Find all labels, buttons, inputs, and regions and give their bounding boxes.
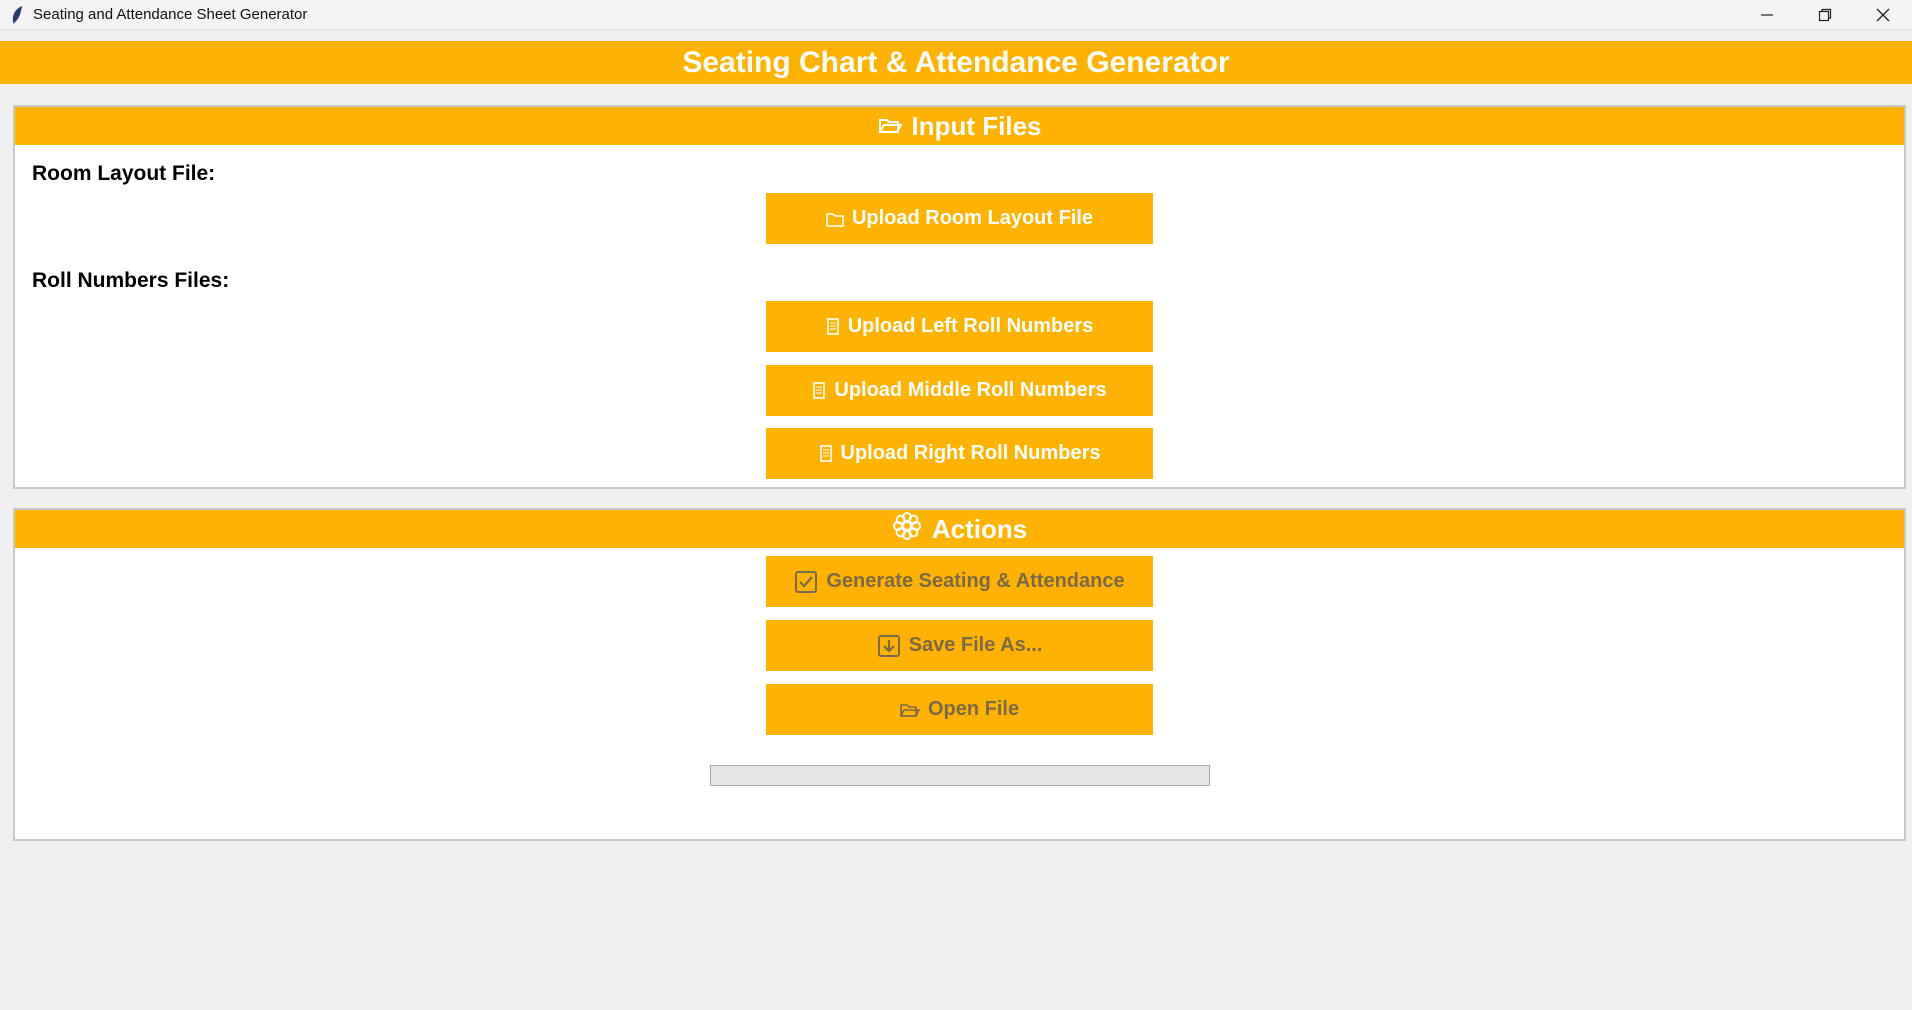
checkbox-icon <box>794 570 818 594</box>
generate-label: Generate Seating & Attendance <box>826 570 1125 592</box>
input-files-header: Input Files <box>15 107 1904 145</box>
roll-numbers-label: Roll Numbers Files: <box>32 269 230 292</box>
restore-icon[interactable] <box>1796 0 1854 29</box>
upload-left-roll-numbers-button[interactable]: Upload Left Roll Numbers <box>766 301 1153 352</box>
upload-right-label: Upload Right Roll Numbers <box>840 442 1101 464</box>
upload-room-layout-button[interactable]: Upload Room Layout File <box>766 193 1153 244</box>
open-file-button[interactable]: Open File <box>766 684 1153 735</box>
room-layout-label: Room Layout File: <box>32 162 216 185</box>
document-icon <box>819 445 833 462</box>
app-header: Seating Chart & Attendance Generator <box>0 41 1912 84</box>
feather-icon <box>6 4 28 26</box>
close-icon[interactable] <box>1854 0 1912 29</box>
window-title: Seating and Attendance Sheet Generator <box>33 6 308 23</box>
document-icon <box>826 318 840 335</box>
upload-middle-label: Upload Middle Roll Numbers <box>834 379 1107 401</box>
app-title: Seating Chart & Attendance Generator <box>682 45 1230 79</box>
save-file-as-button[interactable]: Save File As... <box>766 620 1153 671</box>
minimize-icon[interactable] <box>1738 0 1796 29</box>
upload-left-label: Upload Left Roll Numbers <box>847 315 1094 337</box>
folder-icon <box>826 211 844 227</box>
folder-icon <box>899 701 920 718</box>
window-controls <box>1738 0 1912 29</box>
upload-middle-roll-numbers-button[interactable]: Upload Middle Roll Numbers <box>766 365 1153 416</box>
actions-header: Actions <box>15 510 1904 548</box>
save-label: Save File As... <box>908 634 1043 656</box>
download-icon <box>877 634 901 658</box>
generate-seating-attendance-button[interactable]: Generate Seating & Attendance <box>766 556 1153 607</box>
input-files-heading: Input Files <box>911 110 1042 141</box>
document-icon <box>812 382 826 399</box>
title-bar: Seating and Attendance Sheet Generator <box>0 0 1912 30</box>
gear-icon <box>892 511 922 548</box>
actions-panel: Actions Generate Seating & Attendance Sa… <box>13 508 1906 841</box>
progress-bar <box>710 765 1210 786</box>
folder-icon <box>877 111 903 142</box>
actions-heading: Actions <box>931 513 1028 544</box>
upload-room-layout-label: Upload Room Layout File <box>851 207 1094 229</box>
upload-right-roll-numbers-button[interactable]: Upload Right Roll Numbers <box>766 428 1153 479</box>
input-files-panel: Input Files Room Layout File: Upload Roo… <box>13 105 1906 489</box>
open-label: Open File <box>927 698 1020 720</box>
